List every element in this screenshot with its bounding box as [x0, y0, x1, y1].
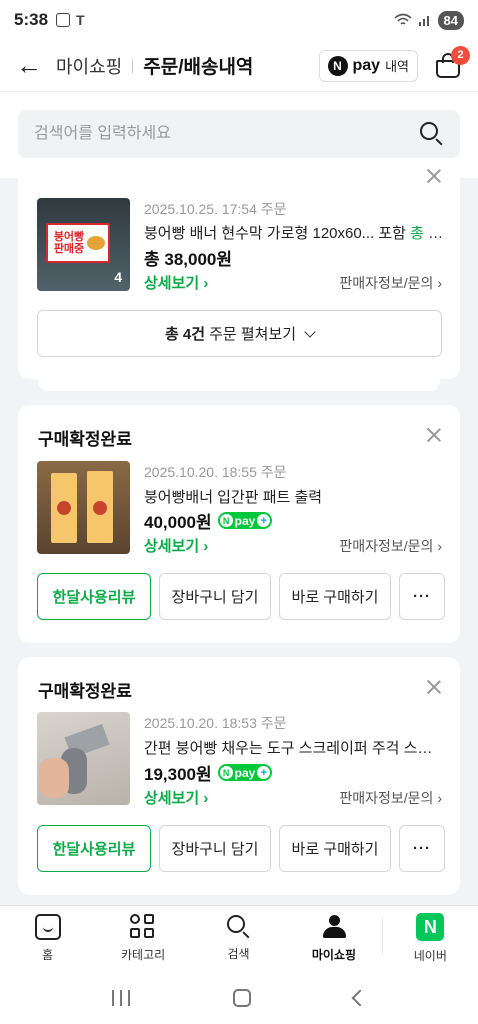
add-to-cart-button[interactable]: 장바구니 담기 — [159, 573, 271, 620]
detail-link[interactable]: 상세보기 › — [144, 535, 208, 556]
nav-item-search[interactable]: 검색 — [191, 906, 286, 971]
home-icon — [34, 914, 61, 940]
npay-plus-badge: Npay + — [217, 764, 273, 781]
monthly-review-button[interactable]: 한달사용리뷰 — [37, 825, 151, 872]
product-title[interactable]: 붕어빵 배너 현수막 가로형 120x60... 포함 총 4건 — [144, 222, 444, 243]
order-card: 구매확정완료 2025.10.20. 18:53 주문 간편 붕어빵 채우는 도… — [18, 657, 460, 895]
order-price: 40,000원 Npay + — [144, 508, 273, 533]
system-navigation — [0, 971, 478, 1024]
more-options-button[interactable]: ··· — [399, 573, 445, 620]
product-thumbnail[interactable]: 붕어빵 판매중 4 — [37, 198, 130, 291]
more-options-button[interactable]: ··· — [399, 825, 445, 872]
product-title[interactable]: 간편 붕어빵 채우는 도구 스크레이퍼 주걱 스텐 ... — [144, 737, 444, 758]
page-title: 주문/배송내역 — [143, 57, 254, 78]
tesla-icon: T — [76, 12, 85, 28]
product-thumbnail[interactable] — [37, 712, 130, 805]
detail-link[interactable]: 상세보기 › — [144, 272, 208, 293]
npay-history-button[interactable]: N pay 내역 — [318, 49, 418, 82]
seller-info-link[interactable]: 판매자정보/문의 › — [339, 788, 442, 808]
order-card-group: 붕어빵 판매중 4 2025.10.25. 17:54 주문 붕어빵 배너 현수… — [18, 176, 460, 379]
order-date: 2025.10.25. 17:54 주문 — [144, 201, 287, 217]
wifi-icon — [394, 13, 412, 25]
order-status: 구매확정완료 — [38, 430, 132, 449]
signal-icon — [418, 16, 429, 26]
order-card: 구매확정완료 2025.10.20. 18:55 주문 붕어빵배너 입간판 패트… — [18, 405, 460, 643]
cart-count-badge: 2 — [451, 45, 470, 65]
buy-now-button[interactable]: 바로 구매하기 — [279, 573, 391, 620]
search-area — [0, 92, 478, 178]
breadcrumb-my-shopping[interactable]: 마이쇼핑 — [56, 53, 122, 79]
bottom-navigation: 홈 카테고리 검색 마이쇼핑 N 네이버 — [0, 905, 478, 971]
back-icon[interactable] — [351, 989, 369, 1006]
battery-level: 84 — [437, 10, 464, 30]
order-date: 2025.10.20. 18:55 주문 — [144, 464, 287, 480]
seller-info-link[interactable]: 판매자정보/문의 › — [339, 273, 442, 293]
nav-item-category[interactable]: 카테고리 — [95, 906, 190, 971]
search-icon[interactable] — [420, 122, 444, 146]
nav-item-my-shopping[interactable]: 마이쇼핑 — [286, 906, 381, 971]
product-thumbnail[interactable] — [37, 461, 130, 554]
product-title[interactable]: 붕어빵배너 입간판 패트 출력 — [144, 486, 444, 507]
category-icon — [130, 914, 156, 940]
close-icon[interactable] — [426, 427, 442, 443]
npay-plus-badge: Npay + — [217, 512, 273, 529]
order-actions: 한달사용리뷰 장바구니 담기 바로 구매하기 ··· — [37, 573, 445, 620]
seller-info-link[interactable]: 판매자정보/문의 › — [339, 536, 442, 556]
nav-item-naver[interactable]: N 네이버 — [383, 906, 478, 971]
close-icon[interactable] — [426, 679, 442, 695]
status-bar: 5:38 T 84 — [0, 0, 478, 40]
status-time: 5:38 — [14, 10, 49, 29]
detail-link[interactable]: 상세보기 › — [144, 787, 208, 808]
app-header: ← 마이쇼핑 주문/배송내역 N pay 내역 2 — [0, 40, 478, 92]
chevron-down-icon — [304, 325, 316, 338]
monthly-review-button[interactable]: 한달사용리뷰 — [37, 573, 151, 620]
back-arrow-icon[interactable]: ← — [16, 50, 44, 81]
add-to-cart-button[interactable]: 장바구니 담기 — [159, 825, 271, 872]
home-button-icon[interactable] — [232, 988, 251, 1007]
close-icon[interactable] — [426, 168, 442, 184]
cart-button[interactable]: 2 — [434, 45, 470, 80]
order-status: 구매확정완료 — [38, 682, 132, 701]
order-actions: 한달사용리뷰 장바구니 담기 바로 구매하기 ··· — [37, 825, 445, 872]
nav-item-home[interactable]: 홈 — [0, 906, 95, 971]
buy-now-button[interactable]: 바로 구매하기 — [279, 825, 391, 872]
stacked-card-edge — [38, 379, 440, 391]
search-input[interactable] — [34, 125, 420, 143]
user-icon — [321, 914, 347, 940]
order-date: 2025.10.20. 18:53 주문 — [144, 715, 287, 731]
naver-pay-icon: N — [327, 55, 348, 76]
expand-orders-button[interactable]: 총 4건 주문 펼쳐보기 — [37, 310, 442, 357]
search-icon — [226, 915, 251, 939]
breadcrumb-divider — [132, 58, 134, 73]
order-price: 19,300원 Npay + — [144, 760, 273, 785]
search-bar[interactable] — [18, 110, 460, 158]
naver-icon: N — [416, 913, 445, 941]
recents-icon[interactable] — [111, 989, 130, 1006]
order-price: 총 38,000원 — [144, 250, 232, 269]
screenshot-icon — [56, 13, 71, 27]
